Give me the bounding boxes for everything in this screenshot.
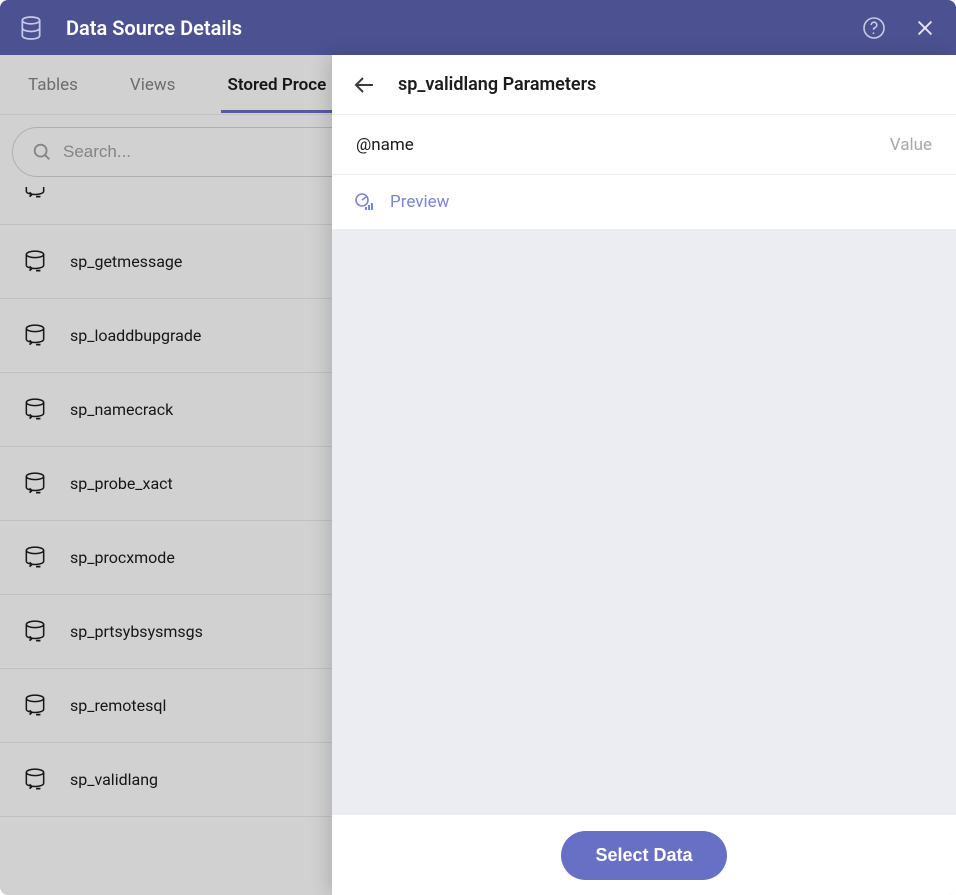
parameter-row[interactable]: @name Value [332,115,956,175]
panel-title: sp_validlang Parameters [398,74,596,95]
search-icon [31,141,53,163]
preview-icon [352,190,376,214]
close-icon[interactable] [914,17,936,39]
list-item-label: sp_prtsybsysmsgs [70,622,203,641]
stored-procedure-icon [22,545,48,571]
help-icon[interactable] [862,16,886,40]
back-arrow-icon[interactable] [352,73,376,97]
select-data-button[interactable]: Select Data [561,831,726,880]
data-source-details-modal: Data Source Details Tables Views Stored … [0,0,956,895]
list-item-label: sp_procxmode [70,548,175,567]
list-item-label: sp_validlang [70,770,158,789]
list-item-label: sp_remotesql [70,696,166,715]
tab-stored-procedures[interactable]: Stored Proce [221,57,332,113]
stored-procedure-icon [22,323,48,349]
preview-button[interactable]: Preview [332,175,956,230]
stored-procedure-icon [22,767,48,793]
panel-footer: Select Data [332,815,956,895]
tab-views[interactable]: Views [124,57,182,113]
stored-procedure-icon [22,693,48,719]
list-item-label: sp_getmessage [70,252,182,271]
database-icon [18,15,44,41]
stored-procedure-icon [22,397,48,423]
modal-header: Data Source Details [0,0,956,55]
list-item-label: sp_loaddbupgrade [70,326,201,345]
preview-label: Preview [390,192,449,212]
stored-procedure-icon [22,471,48,497]
modal-title: Data Source Details [66,16,862,40]
parameters-panel: sp_validlang Parameters @name Value Prev… [332,55,956,895]
stored-procedure-icon [22,187,48,201]
list-item-label: sp_namecrack [70,400,173,419]
parameter-name: @name [356,135,414,155]
list-item-label: sp_probe_xact [70,474,173,493]
panel-header: sp_validlang Parameters [332,55,956,115]
list-item-label [70,187,149,192]
stored-procedure-icon [22,619,48,645]
parameter-value-placeholder: Value [890,135,932,155]
modal-body: Tables Views Stored Proce [0,55,956,895]
panel-spacer [332,230,956,815]
tab-tables[interactable]: Tables [22,57,84,113]
stored-procedure-icon [22,249,48,275]
